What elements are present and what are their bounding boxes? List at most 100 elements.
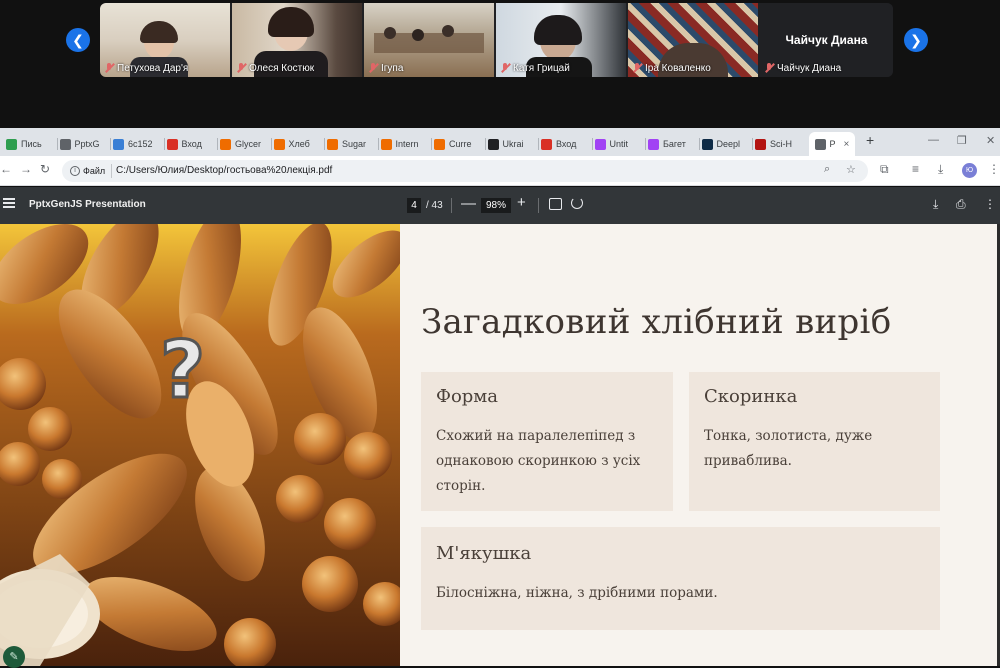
browser-tab[interactable]: Вход xyxy=(166,132,215,156)
browser-tab[interactable]: Ukrai xyxy=(487,132,536,156)
next-participants-button[interactable]: ❯ xyxy=(904,28,928,52)
tab-label: Пись xyxy=(21,139,42,149)
browser-tab-bar: Пись PptxG 6с152 Вход Glycer Хлеб Sugar Intern C… xyxy=(0,128,1000,156)
document-title: PptxGenJS Presentation xyxy=(29,199,146,210)
browser-tab[interactable]: Вход xyxy=(541,132,589,156)
menu-icon[interactable]: ⋮ xyxy=(988,162,1000,176)
card-text: Тонка, золотиста, дуже приваблива. xyxy=(704,428,873,469)
extensions-icon[interactable]: ⧉ xyxy=(880,162,889,177)
minimize-button[interactable]: — xyxy=(928,134,939,146)
muted-mic-icon xyxy=(236,63,246,73)
annotate-pen-button[interactable]: ✎ xyxy=(3,646,25,668)
card-heading: М'якушка xyxy=(436,543,532,564)
card-text: Схожий на паралелепіпед з однаковою скор… xyxy=(436,428,641,494)
tab-favicon-icon xyxy=(113,138,124,150)
fit-to-page-icon[interactable] xyxy=(549,198,562,210)
zoom-out-button[interactable]: — xyxy=(461,195,476,212)
participant-tile[interactable]: Катя Грицай xyxy=(496,3,626,77)
url-text[interactable]: C:/Users/Юлия/Desktop/гостьова%20лекція.… xyxy=(116,165,332,176)
pdf-slide-page: ? Загадковий хлібний виріб Форма Схожий … xyxy=(0,224,997,666)
tab-label: Untit xyxy=(609,139,629,149)
page-number-input[interactable]: 4 xyxy=(407,198,421,213)
tab-label: PptxG xyxy=(74,139,100,149)
participant-tile[interactable]: Іра Коваленко xyxy=(628,3,758,77)
browser-tab[interactable]: Deepl xyxy=(701,132,750,156)
previous-participants-button[interactable]: ❮ xyxy=(66,28,90,52)
reload-icon[interactable]: ↻ xyxy=(40,162,50,176)
participant-tile[interactable]: Ігупа xyxy=(364,3,494,77)
toolbar-divider xyxy=(451,198,452,213)
zoom-icon[interactable]: ⌕ xyxy=(824,163,830,176)
info-icon: i xyxy=(70,166,80,176)
muted-mic-icon xyxy=(764,63,774,73)
back-arrow-icon[interactable]: ← xyxy=(0,162,12,176)
tab-label: Вход xyxy=(556,139,577,149)
tab-separator xyxy=(431,138,432,150)
browser-tab[interactable]: Untit xyxy=(594,132,643,156)
tab-separator xyxy=(484,138,486,150)
browser-tab[interactable]: Intern xyxy=(380,132,429,156)
tab-favicon-icon xyxy=(541,138,552,150)
forward-arrow-icon[interactable]: → xyxy=(20,162,32,176)
video-call-strip: ❮ Петухова Дар'я Олеся Костюк Ігупа Катя… xyxy=(0,0,1000,128)
new-tab-button[interactable]: + xyxy=(866,132,874,148)
zoom-in-button[interactable]: + xyxy=(517,194,526,211)
participant-tile[interactable]: Чайчук Диана Чайчук Диана xyxy=(760,3,893,77)
browser-tab[interactable]: Багет xyxy=(648,132,696,156)
tab-label: Ukrai xyxy=(502,139,524,149)
card-miakushka: М'якушка Білосніжна, ніжна, з дрібними п… xyxy=(421,527,940,630)
browser-tab[interactable]: PptxG xyxy=(59,132,108,156)
tab-favicon-icon xyxy=(814,138,826,150)
browser-tab[interactable]: Sci-H xyxy=(755,132,803,156)
close-window-button[interactable]: ✕ xyxy=(986,134,995,147)
tab-separator xyxy=(698,138,700,150)
site-info-chip[interactable]: i Файл xyxy=(70,164,113,178)
tab-favicon-icon xyxy=(701,138,713,150)
tab-label: Intern xyxy=(395,139,419,149)
tab-label: Curre xyxy=(449,139,472,149)
more-options-icon[interactable]: ⋮ xyxy=(984,197,996,211)
omnibox[interactable]: i Файл C:/Users/Юлия/Desktop/гостьова%20… xyxy=(62,160,868,182)
bookmark-star-icon[interactable]: ☆ xyxy=(846,163,856,176)
tab-label: Deepl xyxy=(716,139,741,149)
rotate-icon[interactable] xyxy=(571,197,583,209)
browser-tab[interactable]: Curre xyxy=(434,132,482,156)
tab-label: Sci-H xyxy=(770,139,792,149)
browser-tab[interactable]: 6с152 xyxy=(113,132,161,156)
hamburger-menu-icon[interactable] xyxy=(3,198,15,208)
tab-separator xyxy=(270,138,272,150)
participant-name: Іра Коваленко xyxy=(645,62,711,74)
tab-favicon-icon xyxy=(594,138,606,150)
featured-participant-name: Чайчук Диана xyxy=(785,33,868,47)
browser-tab[interactable]: Хлеб xyxy=(273,132,322,156)
participant-tile[interactable]: Петухова Дар'я xyxy=(100,3,230,77)
participant-name: Ігупа xyxy=(381,62,404,74)
zoom-level-input[interactable]: 98% xyxy=(481,198,511,213)
participant-tile[interactable]: Олеся Костюк xyxy=(232,3,362,77)
tab-favicon-icon xyxy=(755,138,766,150)
tab-separator xyxy=(538,138,539,150)
browser-tab[interactable]: P × xyxy=(808,132,855,156)
tab-label: Sugar xyxy=(342,139,367,149)
muted-mic-icon xyxy=(632,63,642,73)
tab-separator xyxy=(163,138,165,150)
slide-title: Загадковий хлібний виріб xyxy=(421,302,892,342)
download-pdf-icon[interactable]: ⤓ xyxy=(933,197,938,212)
muted-mic-icon xyxy=(368,63,378,73)
browser-tab[interactable]: Glycer xyxy=(220,132,268,156)
card-forma: Форма Схожий на паралелепіпед з однаково… xyxy=(421,372,673,511)
card-text: Білосніжна, ніжна, з дрібними порами. xyxy=(436,585,718,601)
browser-tab[interactable]: Пись xyxy=(6,132,54,156)
tab-separator xyxy=(591,138,593,150)
tab-favicon-icon xyxy=(220,138,231,150)
download-icon[interactable]: ⤓ xyxy=(938,162,943,177)
browser-tab[interactable]: Sugar xyxy=(327,132,375,156)
print-icon[interactable]: ⎙ xyxy=(956,197,966,212)
participant-name: Олеся Костюк xyxy=(249,62,315,74)
profile-avatar[interactable]: Ю xyxy=(962,163,977,178)
tab-separator xyxy=(645,138,646,150)
tab-close-icon[interactable]: × xyxy=(844,139,850,150)
participant-name: Катя Грицай xyxy=(513,62,570,74)
maximize-button[interactable]: ❐ xyxy=(957,134,967,147)
reading-list-icon[interactable]: ≡ xyxy=(912,162,919,176)
